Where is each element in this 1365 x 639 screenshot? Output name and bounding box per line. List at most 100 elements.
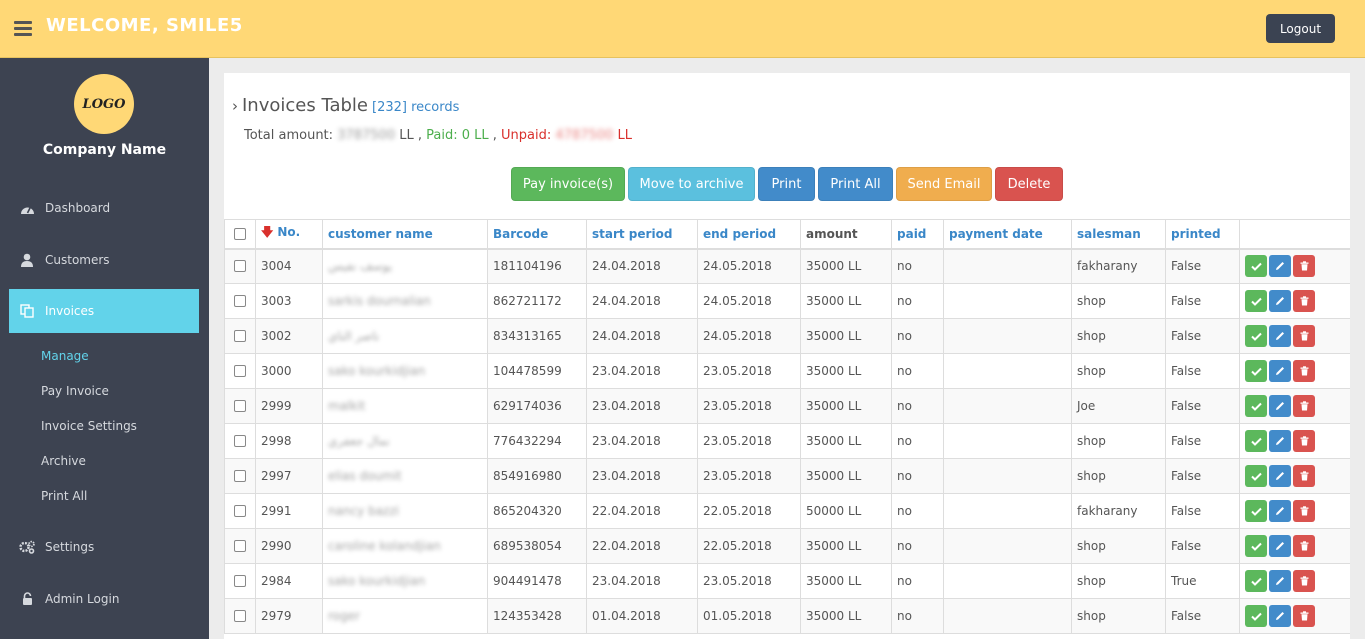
column-header-paid[interactable]: paid	[891, 219, 944, 250]
cell-salesman: fakharany	[1071, 248, 1166, 284]
edit-icon[interactable]	[1269, 605, 1291, 627]
sidebar-item-admin-login[interactable]: Admin Login	[9, 577, 199, 621]
sidebar-subitem-print-all[interactable]: Print All	[41, 489, 87, 503]
cell-start-period: 23.04.2018	[586, 388, 698, 424]
table-row[interactable]: 3004 يوسف نفيس 181104196 24.04.2018 24.05.20…	[224, 248, 1350, 284]
column-header-salesman[interactable]: salesman	[1071, 219, 1166, 250]
move-to-archive-button[interactable]: Move to archive	[628, 167, 755, 201]
trash-icon[interactable]	[1293, 465, 1315, 487]
table-row[interactable]: 2997 elias doumit 854916980 23.04.2018 23.05…	[224, 458, 1350, 494]
cell-amount: 35000 LL	[800, 318, 892, 354]
select-all-checkbox[interactable]	[234, 227, 246, 240]
edit-icon[interactable]	[1269, 535, 1291, 557]
company-logo: LOGO	[74, 74, 134, 134]
column-header-end[interactable]: end period	[697, 219, 801, 250]
cell-customer-name: nancy bazzi	[322, 493, 488, 529]
cell-end-period: 23.05.2018	[697, 458, 801, 494]
row-checkbox[interactable]	[234, 330, 246, 342]
edit-icon[interactable]	[1269, 395, 1291, 417]
print-button[interactable]: Print	[758, 167, 815, 201]
delete-button[interactable]: Delete	[995, 167, 1063, 201]
table-row[interactable]: 2979 roger 124353428 01.04.2018 01.05.2018 35…	[224, 598, 1350, 634]
cell-printed-status: True	[1165, 563, 1240, 599]
cell-payment-date	[943, 283, 1072, 319]
cell-salesman: fakharany	[1071, 493, 1166, 529]
table-row[interactable]: 3003 sarkis dournalian 862721172 24.04.2018…	[224, 283, 1350, 319]
table-row[interactable]: 2999 malkit 629174036 23.04.2018 23.05.2018 3…	[224, 388, 1350, 424]
row-checkbox[interactable]	[234, 400, 246, 412]
sidebar-item-settings[interactable]: Settings	[9, 525, 199, 569]
row-checkbox[interactable]	[234, 260, 246, 273]
logout-button[interactable]: Logout	[1266, 14, 1335, 43]
table-row[interactable]: 3002 ناصر الناي 834313165 24.04.2018 24.05.2…	[224, 318, 1350, 354]
column-header-barcode[interactable]: Barcode	[487, 219, 587, 250]
sidebar-item-dashboard[interactable]: Dashboard	[9, 186, 199, 230]
menu-icon[interactable]	[14, 21, 32, 36]
cell-payment-date	[943, 563, 1072, 599]
check-icon[interactable]	[1245, 430, 1267, 452]
check-icon[interactable]	[1245, 605, 1267, 627]
edit-icon[interactable]	[1269, 570, 1291, 592]
edit-icon[interactable]	[1269, 290, 1291, 312]
table-row[interactable]: 2998 نمال جعفري 776432294 23.04.2018 23.05.2…	[224, 423, 1350, 459]
column-header-customer[interactable]: customer name	[322, 219, 488, 250]
trash-icon[interactable]	[1293, 360, 1315, 382]
check-icon[interactable]	[1245, 255, 1267, 278]
edit-icon[interactable]	[1269, 500, 1291, 522]
trash-icon[interactable]	[1293, 570, 1315, 592]
sidebar-subitem-manage[interactable]: Manage	[41, 349, 89, 363]
check-icon[interactable]	[1245, 360, 1267, 382]
edit-icon[interactable]	[1269, 255, 1291, 278]
sidebar-subitem-archive[interactable]: Archive	[41, 454, 86, 468]
send-email-button[interactable]: Send Email	[896, 167, 992, 201]
sidebar-item-invoices[interactable]: Invoices	[9, 289, 199, 333]
sidebar-item-customers[interactable]: Customers	[9, 238, 199, 282]
column-header-no[interactable]: 🡇 No.	[255, 219, 323, 250]
trash-icon[interactable]	[1293, 255, 1315, 278]
column-header-payment-date[interactable]: payment date	[943, 219, 1072, 250]
table-row[interactable]: 3000 sako kourkidjian 104478599 23.04.2018 2…	[224, 353, 1350, 389]
column-header-printed[interactable]: printed	[1165, 219, 1240, 250]
trash-icon[interactable]	[1293, 395, 1315, 417]
trash-icon[interactable]	[1293, 500, 1315, 522]
row-checkbox[interactable]	[234, 540, 246, 552]
cell-printed-status: False	[1165, 598, 1240, 634]
row-checkbox[interactable]	[234, 435, 246, 447]
cell-printed-status: False	[1165, 318, 1240, 354]
edit-icon[interactable]	[1269, 465, 1291, 487]
table-row[interactable]: 2984 sako kourkidjian 904491478 23.04.2018 2…	[224, 563, 1350, 599]
trash-icon[interactable]	[1293, 290, 1315, 312]
edit-icon[interactable]	[1269, 430, 1291, 452]
cell-barcode: 904491478	[487, 563, 587, 599]
edit-icon[interactable]	[1269, 360, 1291, 382]
trash-icon[interactable]	[1293, 430, 1315, 452]
check-icon[interactable]	[1245, 465, 1267, 487]
cell-barcode: 181104196	[487, 248, 587, 284]
row-checkbox[interactable]	[234, 575, 246, 587]
check-icon[interactable]	[1245, 290, 1267, 312]
pay-invoices-button[interactable]: Pay invoice(s)	[511, 167, 625, 201]
sidebar-subitem-invoice-settings[interactable]: Invoice Settings	[41, 419, 137, 433]
print-all-button[interactable]: Print All	[818, 167, 893, 201]
edit-icon[interactable]	[1269, 325, 1291, 347]
check-icon[interactable]	[1245, 500, 1267, 522]
row-checkbox[interactable]	[234, 470, 246, 482]
check-icon[interactable]	[1245, 325, 1267, 347]
row-checkbox[interactable]	[234, 365, 246, 377]
row-checkbox[interactable]	[234, 295, 246, 307]
sidebar-subitem-pay-invoice[interactable]: Pay Invoice	[41, 384, 109, 398]
check-icon[interactable]	[1245, 535, 1267, 557]
cell-salesman: shop	[1071, 318, 1166, 354]
cell-barcode: 629174036	[487, 388, 587, 424]
column-header-start[interactable]: start period	[586, 219, 698, 250]
table-row[interactable]: 2991 nancy bazzi 865204320 22.04.2018 22.05.…	[224, 493, 1350, 529]
cell-end-period: 24.05.2018	[697, 318, 801, 354]
check-icon[interactable]	[1245, 395, 1267, 417]
table-row[interactable]: 2990 caroline kolandjian 689538054 22.04.20…	[224, 528, 1350, 564]
trash-icon[interactable]	[1293, 605, 1315, 627]
row-checkbox[interactable]	[234, 610, 246, 622]
check-icon[interactable]	[1245, 570, 1267, 592]
trash-icon[interactable]	[1293, 325, 1315, 347]
trash-icon[interactable]	[1293, 535, 1315, 557]
row-checkbox[interactable]	[234, 505, 246, 517]
